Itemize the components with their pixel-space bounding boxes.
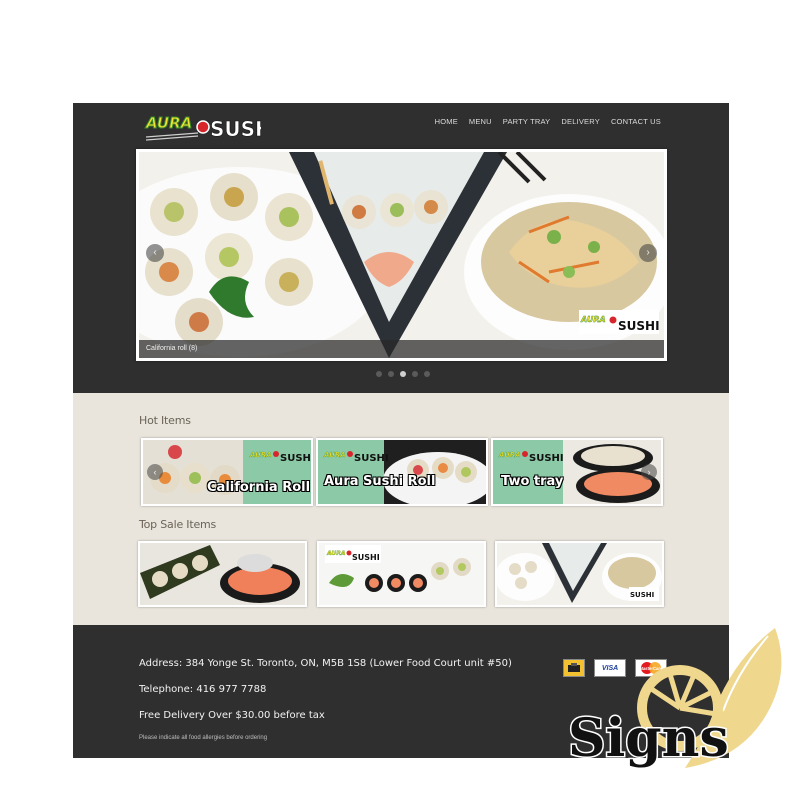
page: AURA SUSHI HOME MENU PARTY TRAY DELIVERY… xyxy=(0,0,800,800)
svg-text:SUSHI: SUSHI xyxy=(630,591,654,599)
svg-text:AURA: AURA xyxy=(498,451,521,459)
hot-item-california-roll[interactable]: AURA SUSHI California Roll ‹ xyxy=(141,438,313,506)
svg-text:AURA: AURA xyxy=(323,451,346,459)
nav-party-tray[interactable]: PARTY TRAY xyxy=(503,117,551,126)
hot-item-label: Two tray xyxy=(501,474,564,489)
svg-text:AURA: AURA xyxy=(249,451,272,459)
hot-item-image: AURA SUSHI xyxy=(493,440,661,504)
slider-dot-2[interactable] xyxy=(388,371,394,377)
top-sale-image: SUSHI xyxy=(497,543,662,605)
logo-word-sushi: SUSHI xyxy=(210,117,261,141)
chevron-right-icon[interactable]: › xyxy=(641,464,657,480)
nav-contact-us[interactable]: CONTACT US xyxy=(611,117,661,126)
footer-address: Address: 384 Yonge St. Toronto, ON, M5B … xyxy=(139,658,512,669)
svg-text:SUSHI: SUSHI xyxy=(352,553,380,562)
footer-allergy-note: Please indicate all food allergies befor… xyxy=(139,735,268,741)
slider-dot-3[interactable] xyxy=(400,371,406,377)
slide-caption: California roll (8) xyxy=(146,345,198,352)
chevron-left-icon[interactable]: ‹ xyxy=(146,244,164,262)
hot-item-two-tray[interactable]: AURA SUSHI Two tray › xyxy=(491,438,663,506)
aura-sushi-logo[interactable]: AURA SUSHI xyxy=(143,109,261,143)
chevron-left-icon[interactable]: ‹ xyxy=(147,464,163,480)
main-nav: HOME MENU PARTY TRAY DELIVERY CONTACT US xyxy=(435,117,661,126)
footer-telephone: Telephone: 416 977 7788 xyxy=(139,684,267,695)
slider-dot-4[interactable] xyxy=(412,371,418,377)
svg-text:SUSHI: SUSHI xyxy=(354,453,389,464)
svg-text:AURA: AURA xyxy=(326,550,346,557)
image-slider[interactable]: AURA SUSHI California roll (8) ‹ › xyxy=(136,149,667,361)
hot-item-label: California Roll xyxy=(207,480,311,495)
nav-menu[interactable]: MENU xyxy=(469,117,492,126)
slider-dot-1[interactable] xyxy=(376,371,382,377)
top-sale-item-1[interactable] xyxy=(138,541,307,607)
top-sale-item-2[interactable]: AURA SUSHI xyxy=(317,541,486,607)
svg-text:SUSHI: SUSHI xyxy=(618,319,660,333)
hot-items-title: Hot Items xyxy=(139,414,191,427)
chevron-right-icon[interactable]: › xyxy=(639,244,657,262)
top-sale-image: AURA SUSHI xyxy=(319,543,484,605)
nav-home[interactable]: HOME xyxy=(435,117,458,126)
top-sale-title: Top Sale Items xyxy=(139,518,217,531)
slider-dot-5[interactable] xyxy=(424,371,430,377)
top-sale-item-3[interactable]: SUSHI xyxy=(495,541,664,607)
logo-word-aura: AURA xyxy=(145,114,192,132)
slide-caption-bar: California roll (8) xyxy=(139,340,664,358)
footer-delivery: Free Delivery Over $30.00 before tax xyxy=(139,710,325,721)
hot-item-aura-sushi-roll[interactable]: AURA SUSHI Aura Sushi Roll xyxy=(316,438,488,506)
svg-text:AURA: AURA xyxy=(580,315,606,324)
signs-watermark-logo: Signs xyxy=(567,628,782,771)
slider-pagination xyxy=(376,371,430,377)
hot-item-image: AURA SUSHI xyxy=(318,440,486,504)
site-header: AURA SUSHI HOME MENU PARTY TRAY DELIVERY… xyxy=(73,103,729,393)
svg-text:SUSHI: SUSHI xyxy=(529,453,564,464)
signs-text: Signs xyxy=(568,708,729,769)
nav-delivery[interactable]: DELIVERY xyxy=(561,117,600,126)
svg-text:SUSHI: SUSHI xyxy=(280,453,311,464)
top-sale-image xyxy=(140,543,305,605)
slide-image: AURA SUSHI xyxy=(139,152,664,358)
hot-item-label: Aura Sushi Roll xyxy=(324,474,436,489)
